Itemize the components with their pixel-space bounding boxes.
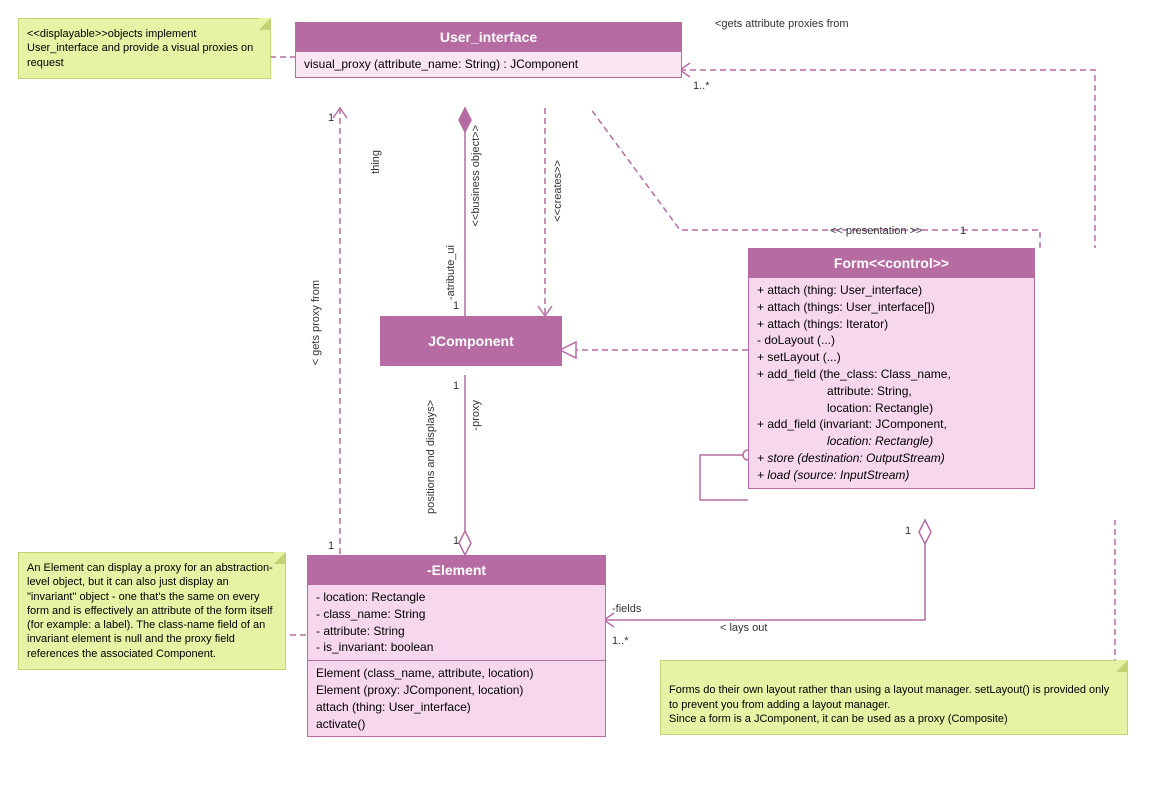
note-form: Forms do their own layout rather than us… <box>660 660 1128 735</box>
attr: - class_name: String <box>316 606 597 623</box>
op: Element (class_name, attribute, location… <box>316 665 597 682</box>
label-gets-attr: <gets attribute proxies from <box>715 18 849 30</box>
label-lays-out: < lays out <box>720 622 767 634</box>
class-jcomponent: JComponent <box>380 316 562 366</box>
label-mult: 1..* <box>612 635 629 647</box>
label-mult: 1 <box>453 380 459 392</box>
op: - doLayout (...) <box>757 332 1026 349</box>
label-proxy: -proxy <box>470 400 482 431</box>
class-title: Form<<control>> <box>749 249 1034 277</box>
label-creates: <<creates>> <box>552 160 564 222</box>
label-gets-proxy: < gets proxy from <box>310 280 322 365</box>
note-displayable: <<displayable>>objects implement User_in… <box>18 18 271 79</box>
label-mult: 1 <box>905 525 911 537</box>
op: location: Rectangle) <box>757 400 1026 417</box>
note-text: <<displayable>>objects implement User_in… <box>27 28 253 69</box>
op: + store (destination: OutputStream) <box>757 450 1026 467</box>
note-text: Forms do their own layout rather than us… <box>669 684 1109 725</box>
label-mult: 1 <box>453 300 459 312</box>
label-presentation: << presentation >> <box>830 225 922 237</box>
class-user-interface: User_interface visual_proxy (attribute_n… <box>295 22 682 78</box>
label-mult: 1 <box>328 112 334 124</box>
op: + setLayout (...) <box>757 349 1026 366</box>
class-title: -Element <box>308 556 605 584</box>
op: attribute: String, <box>757 383 1026 400</box>
label-mult: 1 <box>960 225 966 237</box>
op: + attach (things: Iterator) <box>757 316 1026 333</box>
label-fields: -fields <box>612 603 641 615</box>
label-atribute-ui: -atribute_ui <box>445 245 457 300</box>
op: + attach (thing: User_interface) <box>757 282 1026 299</box>
class-title: User_interface <box>296 23 681 51</box>
op: + add_field (the_class: Class_name, <box>757 366 1026 383</box>
label-mult: 1 <box>328 540 334 552</box>
op: + attach (things: User_interface[]) <box>757 299 1026 316</box>
class-title: JComponent <box>381 317 561 365</box>
op: + load (source: InputStream) <box>757 467 1026 484</box>
class-ops: Element (class_name, attribute, location… <box>308 660 605 736</box>
class-form: Form<<control>> + attach (thing: User_in… <box>748 248 1035 489</box>
op: Element (proxy: JComponent, location) <box>316 682 597 699</box>
op: + add_field (invariant: JComponent, <box>757 416 1026 433</box>
label-thing: thing <box>370 150 382 174</box>
op: activate() <box>316 716 597 733</box>
op: location: Rectangle) <box>757 433 1026 450</box>
class-element: -Element - location: Rectangle - class_n… <box>307 555 606 737</box>
label-positions: positions and displays> <box>425 400 437 514</box>
label-bo: <<business object>> <box>470 125 482 227</box>
class-ops: + attach (thing: User_interface) + attac… <box>749 277 1034 488</box>
label-mult: 1 <box>453 535 459 547</box>
attr: - location: Rectangle <box>316 589 597 606</box>
attr: - attribute: String <box>316 623 597 640</box>
class-ops: visual_proxy (attribute_name: String) : … <box>296 51 681 77</box>
op: visual_proxy (attribute_name: String) : … <box>304 56 673 73</box>
attr: - is_invariant: boolean <box>316 639 597 656</box>
note-text: An Element can display a proxy for an ab… <box>27 562 273 660</box>
note-element: An Element can display a proxy for an ab… <box>18 552 286 670</box>
class-attrs: - location: Rectangle - class_name: Stri… <box>308 584 605 660</box>
label-mult: 1..* <box>693 80 710 92</box>
op: attach (thing: User_interface) <box>316 699 597 716</box>
